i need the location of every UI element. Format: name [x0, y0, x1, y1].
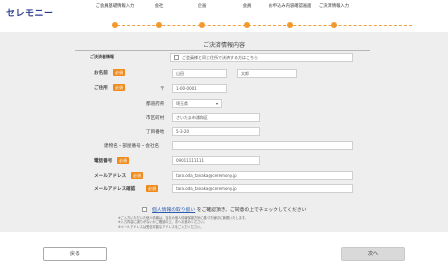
same-as-member-row[interactable]: ご会員様と同じ住所で決済する方はこちら: [170, 53, 353, 62]
phone-required-badge: 必須: [117, 157, 129, 164]
privacy-policy-link[interactable]: 個人情報の取り扱い: [152, 208, 195, 213]
footer: 戻る 次へ: [0, 232, 448, 280]
privacy-row: 個人情報の取り扱い をご確認頂き、ご同意の上でチェックしてください: [0, 206, 448, 213]
next-button[interactable]: 次へ: [341, 247, 405, 261]
prefecture-label: 都道府県: [146, 102, 165, 107]
step-3: 企画: [197, 4, 207, 9]
same-as-member-checkbox[interactable]: [174, 55, 179, 60]
address-required-badge: 必須: [113, 84, 125, 91]
email-required-badge: 必須: [131, 172, 143, 179]
payment-form: ご決済情報内容 ご決済者情報 ご会員様と同じ住所で決済する方はこちら お名前 必…: [0, 32, 448, 232]
last-name-input[interactable]: 山田: [172, 69, 227, 78]
step-1-dot: [112, 22, 118, 28]
prefecture-select[interactable]: 埼玉県 ▾: [172, 99, 222, 108]
email-confirm-required-badge: 必須: [146, 185, 158, 192]
step-3-dot: [199, 22, 205, 28]
header: セレモニー ご会員基礎情報入力 会社 企画 会員 お申込み内容確認画面 ご決済情…: [0, 0, 448, 30]
step-5-dot: [287, 22, 293, 28]
email-label: メールアドレス: [94, 174, 127, 179]
first-name-input[interactable]: 太郎: [237, 69, 297, 78]
same-as-member-text: ご会員様と同じ住所で決済する方はこちら: [182, 55, 258, 60]
step-5: お申込み内容確認画面: [268, 4, 312, 9]
step-4-dot: [244, 22, 250, 28]
name-required-badge: 必須: [113, 69, 125, 76]
city-label: 市区町村: [146, 116, 165, 121]
postal-code-input[interactable]: 1-00-0001: [172, 84, 227, 93]
prefecture-value: 埼玉県: [176, 101, 188, 106]
form-title: ご決済情報内容: [202, 42, 245, 49]
title-divider: [75, 50, 370, 51]
back-button[interactable]: 戻る: [43, 247, 107, 261]
chevron-down-icon: ▾: [215, 101, 218, 106]
brand-logo[interactable]: セレモニー: [6, 6, 54, 19]
name-label: お名前: [94, 71, 108, 76]
building-label: 建物名・部屋番号・会社名: [104, 144, 160, 149]
city-input[interactable]: さいたま市浦和区: [172, 113, 260, 122]
note-line: ※メールアドレスは受信可能なアドレスをご入力ください。: [118, 224, 204, 229]
email-input[interactable]: taro.oda_tanaka@ceremony.jp: [172, 171, 353, 180]
form-notes: ※ご入力いただいた個人情報は、当社の個人情報保護方針に基づき適切に管理いたします…: [118, 216, 398, 229]
step-6-dot: [331, 22, 337, 28]
payer-info-label: ご決済者情報: [90, 54, 114, 59]
step-1: ご会員基礎情報入力: [95, 4, 135, 9]
street-input[interactable]: 5-3-20: [172, 127, 260, 136]
phone-input[interactable]: 09011111111: [172, 156, 260, 165]
email-confirm-input[interactable]: taro.oda_tanaka@ceremony.jp: [172, 184, 353, 193]
step-2-dot: [156, 22, 162, 28]
step-6: ご決済情報入力: [318, 4, 350, 9]
building-input[interactable]: [172, 141, 353, 150]
address-label: ご住所: [94, 86, 108, 91]
privacy-suffix: をご確認頂き、ご同意の上でチェックしてください: [196, 208, 307, 213]
email-confirm-label: メールアドレス確認: [94, 187, 136, 192]
street-label: 丁目番地: [146, 130, 165, 135]
phone-label: 電話番号: [94, 159, 113, 164]
postal-mark: 〒: [160, 87, 165, 92]
privacy-checkbox[interactable]: [141, 207, 147, 212]
